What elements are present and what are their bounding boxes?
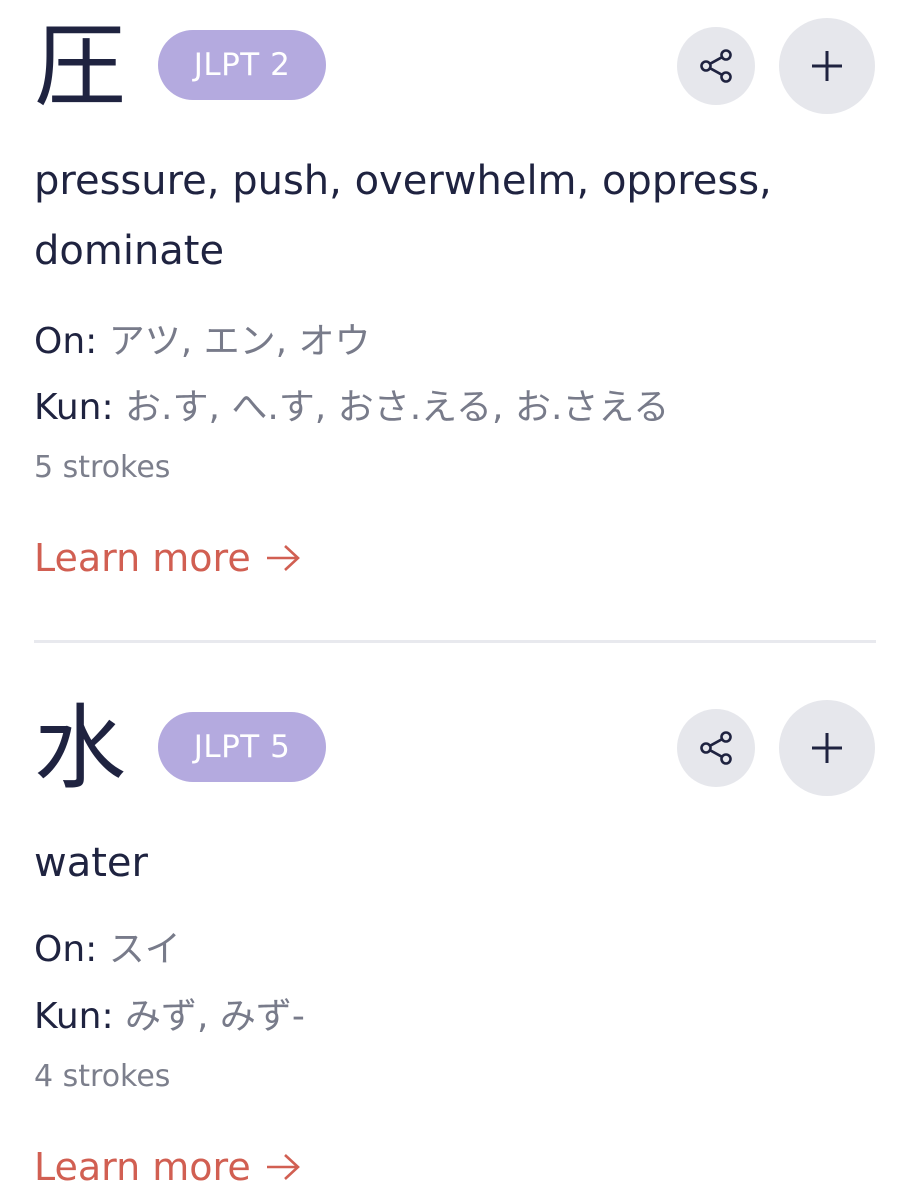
arrow-right-icon (266, 1154, 300, 1180)
add-button[interactable] (779, 18, 875, 114)
jlpt-badge: JLPT 2 (158, 30, 326, 100)
kun-value: お.す, へ.す, おさ.える, お.さえる (125, 387, 670, 428)
kanji-character: 水 (34, 695, 127, 802)
learn-more-link[interactable]: Learn more (34, 1144, 301, 1190)
on-reading: On: アツ, エン, オウ (34, 320, 371, 364)
stroke-count: 4 strokes (34, 1059, 171, 1094)
learn-more-label: Learn more (34, 1145, 251, 1189)
learn-more-link[interactable]: Learn more (34, 535, 301, 581)
kun-label: Kun: (34, 387, 114, 428)
kanji-meaning: pressure, push, overwhelm, oppress, domi… (34, 158, 772, 274)
share-button[interactable] (677, 27, 755, 105)
share-icon (700, 731, 732, 765)
stroke-count: 5 strokes (34, 450, 171, 485)
on-reading: On: スイ (34, 928, 181, 972)
learn-more-label: Learn more (34, 536, 251, 580)
on-value: アツ, エン, オウ (108, 321, 371, 362)
on-label: On: (34, 321, 98, 362)
kun-value: みず, みず- (125, 996, 305, 1037)
plus-icon (812, 51, 842, 81)
kun-reading: Kun: お.す, へ.す, おさ.える, お.さえる (34, 386, 669, 430)
plus-icon (812, 733, 842, 763)
arrow-right-icon (266, 545, 300, 571)
on-label: On: (34, 929, 98, 970)
kun-reading: Kun: みず, みず- (34, 995, 305, 1039)
kanji-character: 圧 (34, 13, 127, 120)
kun-label: Kun: (34, 996, 114, 1037)
kanji-meaning: water (34, 840, 148, 886)
entry-divider (34, 640, 876, 643)
jlpt-badge: JLPT 5 (158, 712, 326, 782)
share-button[interactable] (677, 709, 755, 787)
add-button[interactable] (779, 700, 875, 796)
on-value: スイ (108, 929, 181, 970)
share-icon (700, 49, 732, 83)
